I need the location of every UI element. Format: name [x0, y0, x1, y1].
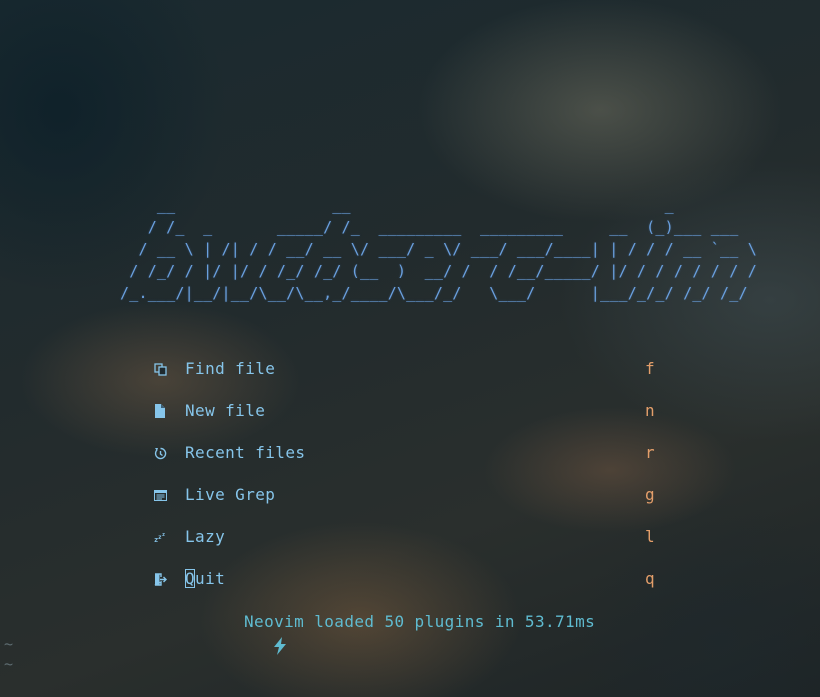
menu-item-label: Find file: [185, 359, 276, 378]
banner-line: / __ \ | /| / / __/ __ \/ ___/ _ \/ ___/…: [0, 240, 757, 258]
menu-item-label: Live Grep: [185, 485, 276, 504]
terminal-window: __ __ _ / /_ _ _____/ /_ _________ _____…: [0, 0, 820, 697]
menu-item-quit[interactable]: Quit q: [152, 567, 662, 591]
banner-line: /_.___/|__/|__/\__/\__,_/____/\___/_/ \_…: [0, 284, 748, 302]
menu-item-label: Recent files: [185, 443, 306, 462]
banner-line: / /_ _ _____/ /_ _________ _________ __ …: [0, 218, 739, 236]
svg-text:z: z: [162, 532, 165, 538]
menu-item-lazy[interactable]: z z z Lazy l: [152, 525, 662, 549]
menu-item-live-grep[interactable]: Live Grep g: [152, 483, 662, 507]
banner-line: / /_/ / |/ |/ / /_/ /_/ (__ ) __/ / / /_…: [0, 262, 757, 280]
shortcut-key: q: [645, 569, 655, 588]
menu-item-label-rest: uit: [195, 569, 226, 588]
menu-item-label: Lazy: [185, 527, 226, 546]
lazy-icon: z z z: [152, 525, 168, 549]
menu-item-new-file[interactable]: New file n: [152, 399, 662, 423]
shortcut-key: r: [645, 443, 655, 462]
text-cursor: Q: [185, 569, 196, 588]
recent-files-icon: [152, 441, 168, 465]
ascii-art-banner: __ __ _ / /_ _ _____/ /_ _________ _____…: [0, 194, 820, 304]
shortcut-key: l: [645, 527, 655, 546]
empty-line-marker: ~: [4, 635, 14, 653]
shortcut-key: n: [645, 401, 655, 420]
menu-item-recent-files[interactable]: Recent files r: [152, 441, 662, 465]
menu-item-label: New file: [185, 401, 266, 420]
menu-item-label: Quit: [185, 567, 225, 591]
lightning-bolt-icon: [212, 613, 287, 655]
shortcut-key: f: [645, 359, 655, 378]
menu-item-find-file[interactable]: Find file f: [152, 357, 662, 381]
shortcut-key: g: [645, 485, 655, 504]
new-file-icon: [152, 399, 168, 423]
startup-stats: Neovim loaded 50 plugins in 53.71ms: [212, 610, 595, 655]
find-file-icon: [152, 357, 168, 381]
live-grep-icon: [152, 483, 168, 507]
startup-stats-text: Neovim loaded 50 plugins in 53.71ms: [244, 612, 596, 631]
quit-icon: [152, 567, 168, 591]
banner-line: __ __ _: [0, 196, 674, 214]
empty-line-marker: ~: [4, 655, 14, 673]
